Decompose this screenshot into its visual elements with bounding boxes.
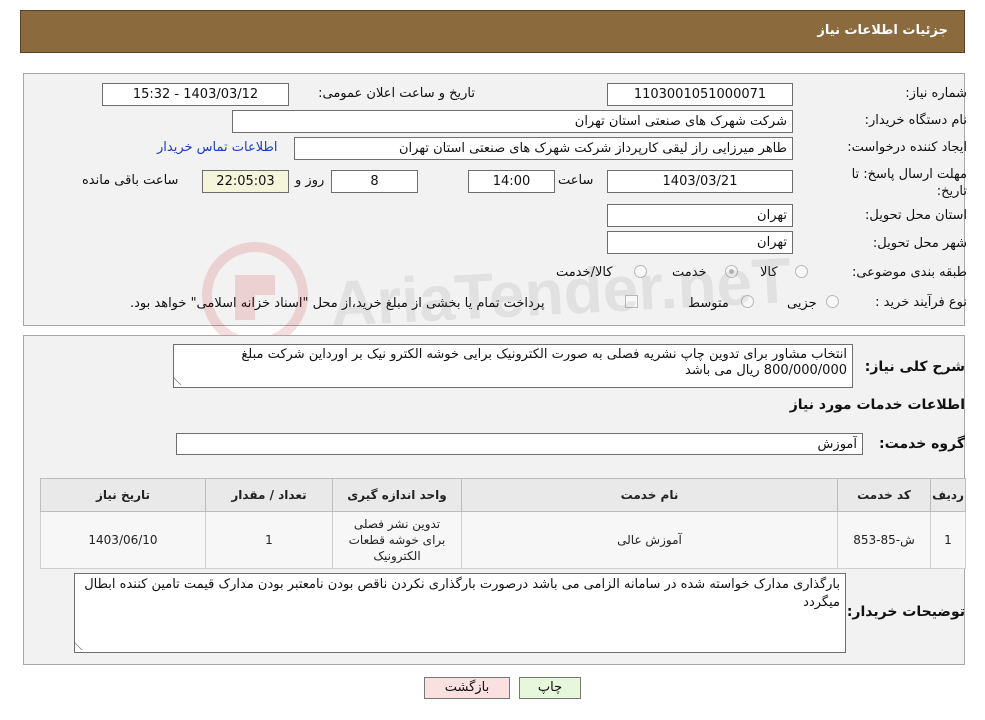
deadline-days-label: روز و — [295, 173, 325, 188]
page-title: جزئیات اطلاعات نیاز — [817, 23, 948, 38]
delivery-province-field: تهران — [607, 204, 793, 227]
category-label: طبقه بندی موضوعی: — [851, 265, 967, 280]
category-radio-goods[interactable] — [795, 265, 808, 278]
general-description-text: انتخاب مشاور برای تدوین چاپ نشریه فصلی ب… — [241, 347, 847, 378]
purchase-process-label: نوع فرآیند خرید : — [875, 295, 967, 310]
service-group-label: گروه خدمت: — [879, 436, 965, 452]
buyer-org-label: نام دستگاه خریدار: — [864, 113, 967, 128]
services-section-title: اطلاعات خدمات مورد نیاز — [789, 397, 965, 413]
buyer-notes-label: توضیحات خریدار: — [846, 604, 965, 620]
print-button[interactable]: چاپ — [519, 677, 581, 699]
col-need-date: تاریخ نیاز — [40, 478, 206, 512]
cell-unit: تدوین نشر فصلی برای خوشه قطعات الکترونیک — [332, 511, 462, 569]
resize-handle-icon[interactable] — [75, 641, 91, 650]
buyer-contact-link[interactable]: اطلاعات تماس خریدار — [157, 140, 277, 155]
buyer-notes-field[interactable]: بارگذاری مدارک خواسته شده در سامانه الزا… — [74, 573, 846, 653]
col-service-code: کد خدمت — [837, 478, 931, 512]
need-number-label: شماره نیاز: — [905, 86, 967, 101]
back-button[interactable]: بازگشت — [424, 677, 510, 699]
announce-label: تاریخ و ساعت اعلان عمومی: — [318, 86, 475, 101]
col-service-name: نام خدمت — [461, 478, 838, 512]
deadline-time-label: ساعت — [558, 173, 594, 188]
remaining-time-field: 22:05:03 — [202, 170, 289, 193]
delivery-province-label: استان محل تحویل: — [865, 208, 967, 223]
announce-field: 1403/03/12 - 15:32 — [102, 83, 289, 106]
deadline-date-field: 1403/03/21 — [607, 170, 793, 193]
service-group-field: آموزش — [176, 433, 863, 455]
cell-service-name: آموزش عالی — [461, 511, 838, 569]
col-quantity: تعداد / مقدار — [205, 478, 333, 512]
page-header: جزئیات اطلاعات نیاز — [20, 10, 965, 53]
remaining-time-label: ساعت باقی مانده — [82, 173, 179, 188]
cell-row-number: 1 — [930, 511, 966, 569]
col-row-number: ردیف — [930, 478, 966, 512]
table-header-row: ردیف کد خدمت نام خدمت واحد اندازه گیری ت… — [40, 478, 966, 512]
cell-need-date: 1403/06/10 — [40, 511, 206, 569]
delivery-city-label: شهر محل تحویل: — [872, 236, 967, 251]
deadline-time-field: 14:00 — [468, 170, 555, 193]
deadline-label-text: مهلت ارسال پاسخ: تا تاریخ: — [851, 167, 967, 199]
cell-quantity: 1 — [205, 511, 333, 569]
deadline-days-field: 8 — [331, 170, 418, 193]
need-number-field: 1103001051000071 — [607, 83, 793, 106]
table-row: 1 ش-85-853 آموزش عالی تدوین نشر فصلی برا… — [40, 511, 966, 569]
watermark-logo — [202, 242, 308, 348]
services-table: ردیف کد خدمت نام خدمت واحد اندازه گیری ت… — [40, 478, 966, 569]
col-unit: واحد اندازه گیری — [332, 478, 462, 512]
buyer-notes-text: بارگذاری مدارک خواسته شده در سامانه الزا… — [84, 577, 840, 610]
resize-handle-icon[interactable] — [174, 376, 190, 385]
requester-label: ایجاد کننده درخواست: — [847, 140, 967, 155]
process-radio-minor[interactable] — [826, 295, 839, 308]
buyer-org-field: شرکت شهرک های صنعتی استان تهران — [232, 110, 793, 133]
general-description-field[interactable]: انتخاب مشاور برای تدوین چاپ نشریه فصلی ب… — [173, 344, 853, 388]
deadline-label: مهلت ارسال پاسخ: تا تاریخ: — [827, 166, 967, 200]
cell-service-code: ش-85-853 — [837, 511, 931, 569]
requester-field: طاهر میرزایی راز لیقی کارپرداز شرکت شهرک… — [294, 137, 793, 160]
general-description-label: شرح کلی نیاز: — [864, 359, 965, 375]
